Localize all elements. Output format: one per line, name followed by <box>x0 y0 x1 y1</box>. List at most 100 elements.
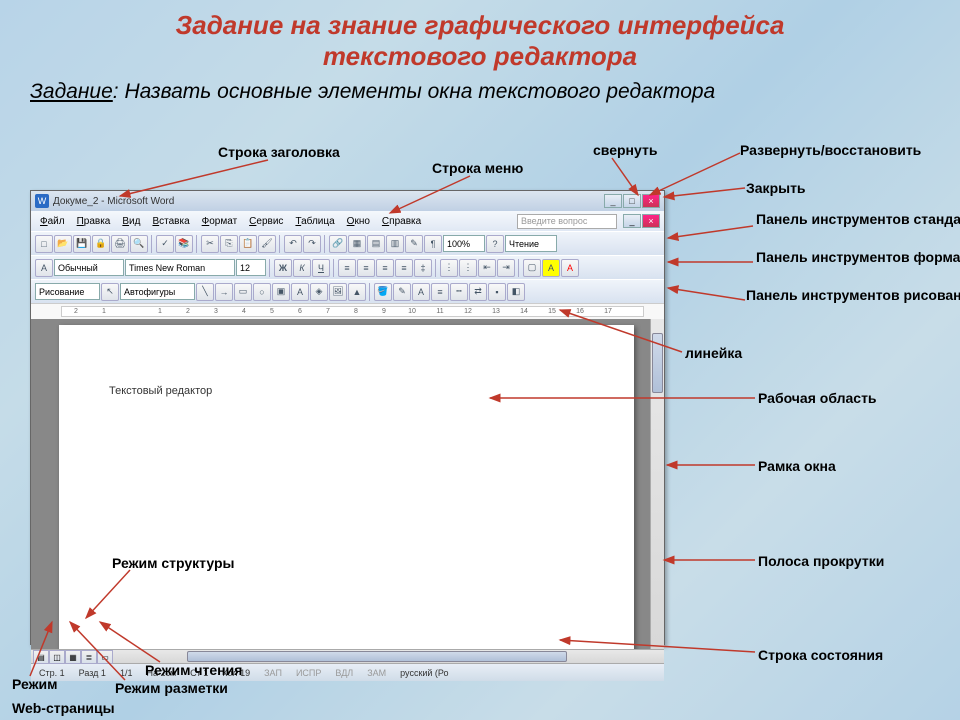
statusbar: Стр. 1 Разд 1 1/1 На 2см Ст 1 Кол 19 ЗАП… <box>31 663 664 681</box>
font-dropdown[interactable]: Times New Roman <box>125 259 235 276</box>
paste-icon[interactable]: 📋 <box>239 235 257 253</box>
redo-icon[interactable]: ↷ <box>303 235 321 253</box>
reading-view-button[interactable]: ▭ <box>97 650 113 664</box>
menu-Окно[interactable]: Окно <box>342 214 375 229</box>
fillcolor-icon[interactable]: 🪣 <box>374 283 392 301</box>
print-view-button[interactable]: ▦ <box>65 650 81 664</box>
standard-toolbar[interactable]: □ 📂 💾 🔒 🖨 🔍 ✓ 📚 ✂ ⎘ 📋 🖌 ↶ ↷ 🔗 ▦ ▤ ▥ ✎ ¶ … <box>31 231 664 255</box>
maximize-button[interactable]: □ <box>623 194 641 208</box>
styles-icon[interactable]: A <box>35 259 53 277</box>
align-left-icon[interactable]: ≡ <box>338 259 356 277</box>
preview-icon[interactable]: 🔍 <box>130 235 148 253</box>
menu-Таблица[interactable]: Таблица <box>290 214 339 229</box>
picture-icon[interactable]: ▲ <box>348 283 366 301</box>
vertical-scrollbar[interactable] <box>650 319 664 649</box>
link-icon[interactable]: 🔗 <box>329 235 347 253</box>
page[interactable]: Текстовый редактор <box>59 325 634 649</box>
drawing-menu[interactable]: Рисование <box>35 283 100 300</box>
minimize-button[interactable]: _ <box>604 194 622 208</box>
status-trk: ИСПР <box>292 668 325 678</box>
menu-Файл[interactable]: Файл <box>35 214 70 229</box>
format-icon[interactable]: 🖌 <box>258 235 276 253</box>
outdent-icon[interactable]: ⇤ <box>478 259 496 277</box>
highlight-icon[interactable]: A <box>542 259 560 277</box>
border-icon[interactable]: ▢ <box>523 259 541 277</box>
align-center-icon[interactable]: ≡ <box>357 259 375 277</box>
question-box[interactable]: Введите вопрос <box>517 214 617 229</box>
outline-view-button[interactable]: ≣ <box>81 650 97 664</box>
table-icon[interactable]: ▦ <box>348 235 366 253</box>
help-icon[interactable]: ? <box>486 235 504 253</box>
align-right-icon[interactable]: ≡ <box>376 259 394 277</box>
spacing-icon[interactable]: ‡ <box>414 259 432 277</box>
fontcolor2-icon[interactable]: A <box>412 283 430 301</box>
menubar[interactable]: ФайлПравкаВидВставкаФорматСервисТаблицаО… <box>31 211 664 231</box>
menu-Правка[interactable]: Правка <box>72 214 116 229</box>
clipart-icon[interactable]: 🖼 <box>329 283 347 301</box>
perm-icon[interactable]: 🔒 <box>92 235 110 253</box>
italic-icon[interactable]: К <box>293 259 311 277</box>
titlebar[interactable]: W Докуме_2 - Microsoft Word _ □ × <box>31 191 664 211</box>
autoshapes-dropdown[interactable]: Автофигуры <box>120 283 195 300</box>
threed-icon[interactable]: ◧ <box>507 283 525 301</box>
label-std-toolbar: Панель инструментов стандартная <box>756 212 960 227</box>
menu-Вставка[interactable]: Вставка <box>147 214 194 229</box>
save-icon[interactable]: 💾 <box>73 235 91 253</box>
formatting-toolbar[interactable]: A Обычный Times New Roman 12 Ж К Ч ≡ ≡ ≡… <box>31 255 664 279</box>
doc-close-button[interactable]: × <box>642 214 660 228</box>
excel-icon[interactable]: ▤ <box>367 235 385 253</box>
fontcolor-icon[interactable]: A <box>561 259 579 277</box>
cols-icon[interactable]: ▥ <box>386 235 404 253</box>
cut-icon[interactable]: ✂ <box>201 235 219 253</box>
read-button[interactable]: Чтение <box>505 235 557 252</box>
copy-icon[interactable]: ⎘ <box>220 235 238 253</box>
undo-icon[interactable]: ↶ <box>284 235 302 253</box>
label-fmt-toolbar: Панель инструментов форматирования <box>756 250 960 265</box>
bold-icon[interactable]: Ж <box>274 259 292 277</box>
justify-icon[interactable]: ≡ <box>395 259 413 277</box>
draw-icon[interactable]: ✎ <box>405 235 423 253</box>
normal-view-button[interactable]: ▤ <box>33 650 49 664</box>
web-view-button[interactable]: ◫ <box>49 650 65 664</box>
select-icon[interactable]: ↖ <box>101 283 119 301</box>
style-dropdown[interactable]: Обычный <box>54 259 124 276</box>
menu-Формат[interactable]: Формат <box>197 214 243 229</box>
doc-min-button[interactable]: _ <box>623 214 641 228</box>
print-icon[interactable]: 🖨 <box>111 235 129 253</box>
close-button[interactable]: × <box>642 194 660 208</box>
arrowstyle-icon[interactable]: ⇄ <box>469 283 487 301</box>
line-icon[interactable]: ╲ <box>196 283 214 301</box>
spell-icon[interactable]: ✓ <box>156 235 174 253</box>
menu-Сервис[interactable]: Сервис <box>244 214 288 229</box>
open-icon[interactable]: 📂 <box>54 235 72 253</box>
arrow-icon[interactable]: → <box>215 283 233 301</box>
horizontal-scrollbar[interactable] <box>187 650 650 663</box>
wordart-icon[interactable]: A <box>291 283 309 301</box>
textbox-icon[interactable]: ▣ <box>272 283 290 301</box>
map-icon[interactable]: ¶ <box>424 235 442 253</box>
size-dropdown[interactable]: 12 <box>236 259 266 276</box>
shadow-icon[interactable]: ▪ <box>488 283 506 301</box>
dashstyle-icon[interactable]: ┅ <box>450 283 468 301</box>
indent-icon[interactable]: ⇥ <box>497 259 515 277</box>
drawing-toolbar[interactable]: Рисование ↖ Автофигуры ╲ → ▭ ○ ▣ A ◈ 🖼 ▲… <box>31 279 664 303</box>
slide-title: Задание на знание графического интерфейс… <box>0 0 960 72</box>
linestyle-icon[interactable]: ≡ <box>431 283 449 301</box>
bullist-icon[interactable]: ⋮ <box>459 259 477 277</box>
label-ruler: линейка <box>685 345 742 361</box>
linecolor-icon[interactable]: ✎ <box>393 283 411 301</box>
menu-Вид[interactable]: Вид <box>117 214 145 229</box>
menu-Справка[interactable]: Справка <box>377 214 426 229</box>
ruler[interactable]: 211234567891011121314151617 <box>31 303 664 319</box>
research-icon[interactable]: 📚 <box>175 235 193 253</box>
diagram-icon[interactable]: ◈ <box>310 283 328 301</box>
label-workarea: Рабочая область <box>758 390 877 406</box>
document-area[interactable]: Текстовый редактор <box>31 319 664 649</box>
rect-icon[interactable]: ▭ <box>234 283 252 301</box>
status-ext: ВДЛ <box>331 668 357 678</box>
new-icon[interactable]: □ <box>35 235 53 253</box>
numlist-icon[interactable]: ⋮ <box>440 259 458 277</box>
oval-icon[interactable]: ○ <box>253 283 271 301</box>
zoom-dropdown[interactable]: 100% <box>443 235 485 252</box>
underline-icon[interactable]: Ч <box>312 259 330 277</box>
